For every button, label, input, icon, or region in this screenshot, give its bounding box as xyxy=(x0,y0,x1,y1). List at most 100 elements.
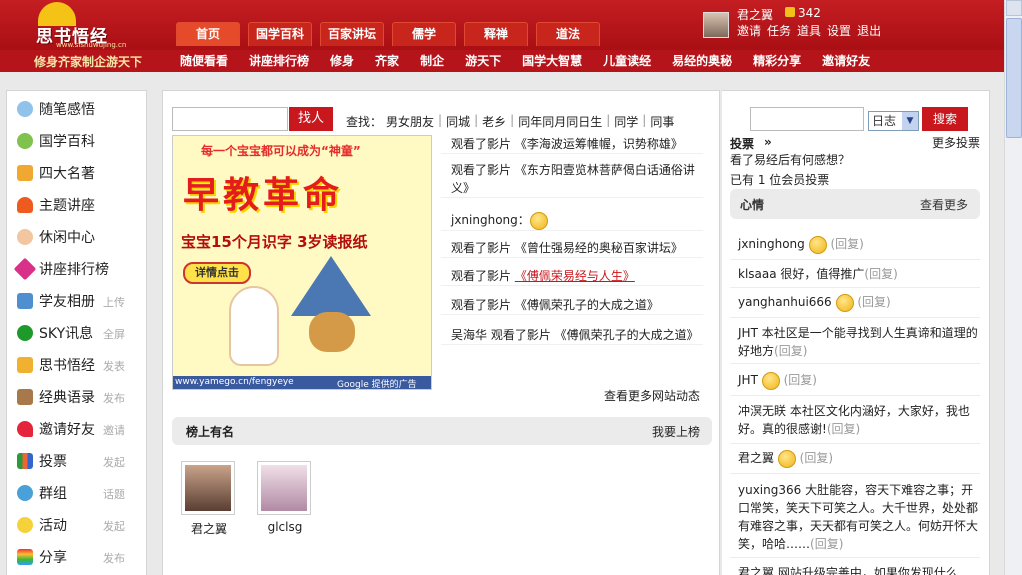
ranking-user-name[interactable]: 君之翼 xyxy=(181,520,237,537)
avatar[interactable] xyxy=(703,12,729,38)
sidebar-item-extra[interactable]: 发布 xyxy=(103,550,125,566)
subnav-item[interactable]: 易经的奥秘 xyxy=(672,50,732,72)
subnav-item[interactable]: 讲座排行榜 xyxy=(249,50,309,72)
reply-link[interactable]: (回复) xyxy=(827,422,860,436)
sidebar-item-jiangzuo[interactable]: 主题讲座 xyxy=(17,195,142,215)
find-link[interactable]: 同年同月同日生 xyxy=(518,113,602,130)
subnav-item[interactable]: 邀请好友 xyxy=(822,50,870,72)
feed-item[interactable]: 吴海华 观看了影片 《傅佩荣孔子的大成之道》 xyxy=(441,326,703,345)
mood-text[interactable]: jxninghong xyxy=(738,237,805,251)
ad-provider[interactable]: Google 提供的广告 xyxy=(337,377,417,389)
tab-ruxue[interactable]: 儒学 xyxy=(392,22,456,46)
feed-item[interactable]: 观看了影片 《傅佩荣易经与人生》 xyxy=(441,267,703,286)
vertical-scrollbar[interactable] xyxy=(1004,0,1022,575)
site-logo[interactable]: 思书悟经 www.sishuwujing.cn xyxy=(30,2,140,49)
subnav-item[interactable]: 齐家 xyxy=(375,50,399,72)
ad-url[interactable]: www.yamego.cn/fengyeye xyxy=(175,377,294,387)
site-search-input[interactable] xyxy=(750,107,864,131)
user-link-settings[interactable]: 设置 xyxy=(827,22,851,39)
sidebar-item-qunzu[interactable]: 群组 话题 xyxy=(17,483,142,503)
ranking-user[interactable]: 君之翼 xyxy=(181,461,237,537)
sidebar-item-xiuxian[interactable]: 休闲中心 xyxy=(17,227,142,247)
find-link[interactable]: 男女朋友 xyxy=(386,113,434,130)
sidebar-item-extra[interactable]: 话题 xyxy=(103,486,125,502)
sidebar-item-yulu[interactable]: 经典语录 发布 xyxy=(17,387,142,407)
mood-text[interactable]: JHT xyxy=(738,373,758,387)
user-link-tasks[interactable]: 任务 xyxy=(767,22,791,39)
subnav-item[interactable]: 精彩分享 xyxy=(753,50,801,72)
reply-link[interactable]: (回复) xyxy=(800,451,833,465)
sidebar-item-extra[interactable]: 发表 xyxy=(103,358,125,374)
feed-item[interactable]: jxninghong： xyxy=(441,211,703,231)
reply-link[interactable]: (回复) xyxy=(830,237,863,251)
feed-item[interactable]: 观看了影片 《李海波运筹帷幄，识势称雄》 xyxy=(441,135,703,154)
sidebar-item-xiangce[interactable]: 学友相册 上传 xyxy=(17,291,142,311)
sidebar-item-extra[interactable]: 上传 xyxy=(103,294,125,310)
reply-link[interactable]: (回复) xyxy=(864,267,897,281)
subnav-item[interactable]: 国学大智慧 xyxy=(522,50,582,72)
people-search-input[interactable] xyxy=(172,107,288,131)
tab-daofa[interactable]: 道法 xyxy=(536,22,600,46)
reply-link[interactable]: (回复) xyxy=(784,373,817,387)
subnav-item[interactable]: 修身 xyxy=(330,50,354,72)
sidebar-item-fenxiang[interactable]: 分享 发布 xyxy=(17,547,142,567)
feed-item[interactable]: 观看了影片 《傅佩荣孔子的大成之道》 xyxy=(441,296,703,315)
user-link-props[interactable]: 道具 xyxy=(797,22,821,39)
mood-text[interactable]: klsaaa 很好，值得推广 xyxy=(738,267,864,281)
subnav-item[interactable]: 随便看看 xyxy=(180,50,228,72)
sidebar-item-extra[interactable]: 邀请 xyxy=(103,422,125,438)
vote-question-link[interactable]: 看了易经后有何感想？ xyxy=(730,151,850,168)
subnav-item[interactable]: 游天下 xyxy=(465,50,501,72)
mood-text[interactable]: 君之翼 网站升级完善中，如果你发现什么 xyxy=(738,566,958,575)
reply-link[interactable]: (回复) xyxy=(857,295,890,309)
sidebar-item-suibi[interactable]: 随笔感悟 xyxy=(17,99,142,119)
ranking-user[interactable]: glclsg xyxy=(257,461,313,534)
reply-link[interactable]: (回复) xyxy=(774,344,807,358)
ranking-user-name[interactable]: glclsg xyxy=(257,520,313,534)
sidebar-item-toupiao[interactable]: 投票 发起 xyxy=(17,451,142,471)
sidebar-item-extra[interactable]: 发布 xyxy=(103,390,125,406)
more-votes-link[interactable]: 更多投票 xyxy=(932,134,980,151)
scroll-up-button[interactable] xyxy=(1006,0,1022,16)
feed-item[interactable]: 观看了影片 《曾仕强易经的奥秘百家讲坛》 xyxy=(441,239,703,258)
ranking-join-link[interactable]: 我要上榜 xyxy=(652,423,700,440)
vote-title[interactable]: 投票 xyxy=(730,135,754,152)
ad-cta-button[interactable]: 详情点击 xyxy=(183,262,251,284)
sidebar-item-yaoqing[interactable]: 邀请好友 邀请 xyxy=(17,419,142,439)
subnav-item[interactable]: 制企 xyxy=(420,50,444,72)
tab-shichan[interactable]: 释禅 xyxy=(464,22,528,46)
feed-item[interactable]: 观看了影片 《东方阳壹览林菩萨偈白话通俗讲义》 xyxy=(441,161,703,198)
mood-more-link[interactable]: 查看更多 xyxy=(920,196,968,213)
find-link[interactable]: 同城 xyxy=(446,113,470,130)
mood-text[interactable]: 君之翼 xyxy=(738,451,774,465)
find-link[interactable]: 同事 xyxy=(650,113,674,130)
user-link-logout[interactable]: 退出 xyxy=(857,22,881,39)
feed-highlight-link[interactable]: 《傅佩荣易经与人生》 xyxy=(515,269,635,283)
tab-guoxue-baike[interactable]: 国学百科 xyxy=(248,22,312,46)
sidebar-item-huodong[interactable]: 活动 发起 xyxy=(17,515,142,535)
sidebar-item-sishu[interactable]: 思书悟经 发表 xyxy=(17,355,142,375)
sidebar-item-extra[interactable]: 发起 xyxy=(103,518,125,534)
sidebar-item-paihang[interactable]: 讲座排行榜 xyxy=(13,257,142,281)
avatar[interactable] xyxy=(257,461,311,515)
sidebar-item-guoxue[interactable]: 国学百科 xyxy=(17,131,142,151)
advertisement[interactable]: 每一个宝宝都可以成为“神童” 早教革命 宝宝15个月识字 3岁读报纸 详情点击 … xyxy=(172,135,432,390)
avatar[interactable] xyxy=(181,461,235,515)
chevron-down-icon[interactable]: ▼ xyxy=(902,112,918,130)
feed-more-link[interactable]: 查看更多网站动态 xyxy=(604,387,700,404)
sidebar-item-extra[interactable]: 发起 xyxy=(103,454,125,470)
sidebar-item-extra[interactable]: 全屏 xyxy=(103,326,125,342)
tab-home[interactable]: 首页 xyxy=(176,22,240,46)
subnav-item[interactable]: 儿童读经 xyxy=(603,50,651,72)
sidebar-item-mingzhu[interactable]: 四大名著 xyxy=(17,163,142,183)
find-people-button[interactable]: 找人 xyxy=(289,107,333,131)
site-search-button[interactable]: 搜索 xyxy=(922,107,968,131)
sidebar-item-sky[interactable]: SKY讯息 全屏 xyxy=(17,323,142,343)
search-type-select[interactable]: 日志 ▼ xyxy=(868,111,919,131)
vote-arrow[interactable]: » xyxy=(764,135,772,149)
tab-baijia-jiangtan[interactable]: 百家讲坛 xyxy=(320,22,384,46)
find-link[interactable]: 老乡 xyxy=(482,113,506,130)
user-link-invite[interactable]: 邀请 xyxy=(737,22,761,39)
mood-text[interactable]: yuxing366 大肚能容，容天下难容之事；开口常笑，笑天下可笑之人。大千世界… xyxy=(738,483,978,551)
reply-link[interactable]: (回复) xyxy=(810,537,843,551)
